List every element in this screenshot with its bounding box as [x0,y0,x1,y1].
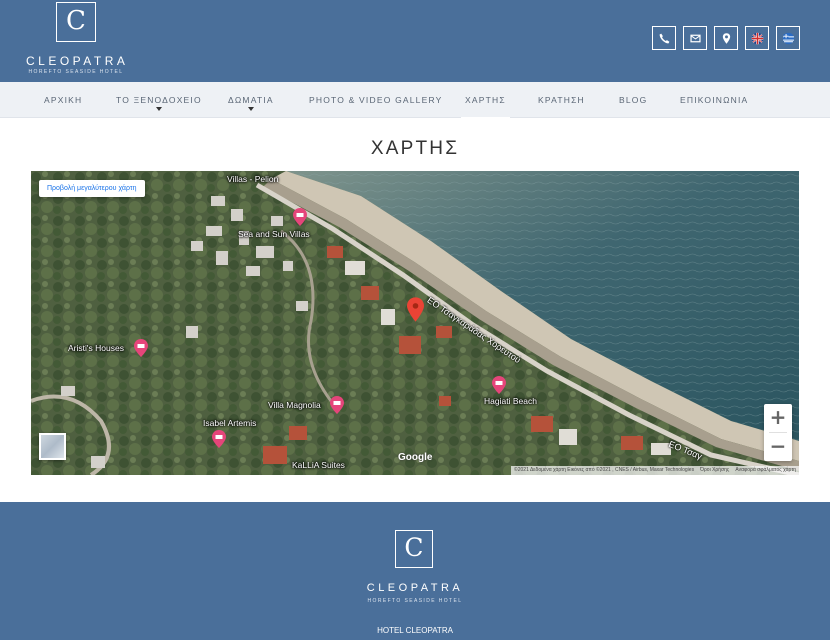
email-icon [689,34,701,42]
nav-label: ΔΩΜΑΤΙΑ [228,95,274,105]
footer-logo-name: CLEOPATRA [366,582,464,594]
caret-down-icon [247,107,254,111]
place-label[interactable]: Villa Magnolia [268,400,321,410]
footer-logo-letter: C [404,533,424,562]
logo-name: CLEOPATRA [26,54,129,68]
nav-item-map[interactable]: ΧΑΡΤΗΣ [461,82,510,119]
greek-language-button[interactable] [776,26,800,50]
hotel-location-pin-icon[interactable] [407,297,424,322]
place-label[interactable]: Isabel Artemis [203,418,256,428]
site-footer: C CLEOPATRA HOREFTO SEASIDE HOTEL HOTEL … [0,502,830,640]
place-label[interactable]: Aristi's Houses [68,343,124,353]
nav-label: BLOG [619,95,648,105]
poi-pin-icon[interactable] [293,208,307,226]
place-label[interactable]: Hagiati Beach [484,396,537,406]
site-header: C CLEOPATRA HOREFTO SEASIDE HOTEL [0,0,830,82]
location-button[interactable] [714,26,738,50]
poi-pin-icon[interactable] [492,376,506,394]
phone-button[interactable] [652,26,676,50]
nav-item-blog[interactable]: BLOG [619,82,647,118]
nav-item-contact[interactable]: ΕΠΙΚΟΙΝΩΝΙΑ [680,82,748,118]
nav-item-hotel[interactable]: ΤΟ ΞΕΝΟΔΟΧΕΙΟ [116,82,202,118]
map-attribution: ©2021 Δεδομένα χάρτη Εικόνες από ©2021 ,… [514,467,695,473]
email-button[interactable] [683,26,707,50]
footer-logo-tagline: HOREFTO SEASIDE HOTEL [367,598,463,604]
nav-label: ΕΠΙΚΟΙΝΩΝΙΑ [680,95,749,105]
satellite-imagery [31,171,799,475]
logo-tagline: HOREFTO SEASIDE HOTEL [28,69,124,75]
phone-icon [659,33,669,43]
uk-flag-icon [751,32,763,44]
header-icon-bar [652,26,800,50]
google-logo: Google [398,452,433,463]
map-type-toggle-button[interactable] [39,433,66,460]
zoom-in-button[interactable]: + [764,404,792,432]
place-label[interactable]: Sea and Sun Villas [238,229,310,239]
greek-flag-icon [782,32,794,44]
zoom-out-button[interactable]: − [764,433,792,461]
nav-item-rooms[interactable]: ΔΩΜΑΤΙΑ [228,82,274,118]
nav-item-home[interactable]: ΑΡΧΙΚΗ [44,82,82,118]
logo-emblem: C [56,2,96,42]
zoom-control: + − [764,404,792,461]
map-attribution-bar: ©2021 Δεδομένα χάρτη Εικόνες από ©2021 ,… [511,466,799,475]
poi-pin-icon[interactable] [212,430,226,448]
caret-down-icon [155,107,162,111]
nav-label: ΧΑΡΤΗΣ [465,95,506,105]
footer-logo-emblem: C [395,530,433,568]
location-icon [722,32,730,44]
place-label[interactable]: KaLLiA Suites [292,460,345,470]
embedded-map[interactable]: Προβολή μεγαλύτερου χάρτη Villas - Pelio… [31,171,799,475]
nav-label: PHOTO & VIDEO GALLERY [309,95,443,105]
map-report-link[interactable]: Αναφορά σφάλματος χάρτη [735,466,796,475]
place-label[interactable]: Villas - Pelion [227,174,278,184]
logo-letter: C [66,6,86,36]
footer-hotel-name: HOTEL CLEOPATRA [377,626,453,635]
map-terms-link[interactable]: Όροι Χρήσης [700,466,729,475]
view-larger-map-button[interactable]: Προβολή μεγαλύτερου χάρτη [39,180,145,197]
nav-item-booking[interactable]: ΚΡΑΤΗΣΗ [538,82,585,118]
english-language-button[interactable] [745,26,769,50]
poi-pin-icon[interactable] [134,339,148,357]
site-logo[interactable]: C CLEOPATRA HOREFTO SEASIDE HOTEL [26,2,130,78]
nav-label: ΤΟ ΞΕΝΟΔΟΧΕΙΟ [116,95,202,105]
nav-item-gallery[interactable]: PHOTO & VIDEO GALLERY [309,82,443,118]
main-navigation: ΑΡΧΙΚΗ ΤΟ ΞΕΝΟΔΟΧΕΙΟ ΔΩΜΑΤΙΑ PHOTO & VID… [0,82,830,119]
nav-label: ΑΡΧΙΚΗ [44,95,83,105]
page-title: ΧΑΡΤΗΣ [370,138,460,159]
poi-pin-icon[interactable] [330,396,344,414]
nav-label: ΚΡΑΤΗΣΗ [538,95,585,105]
